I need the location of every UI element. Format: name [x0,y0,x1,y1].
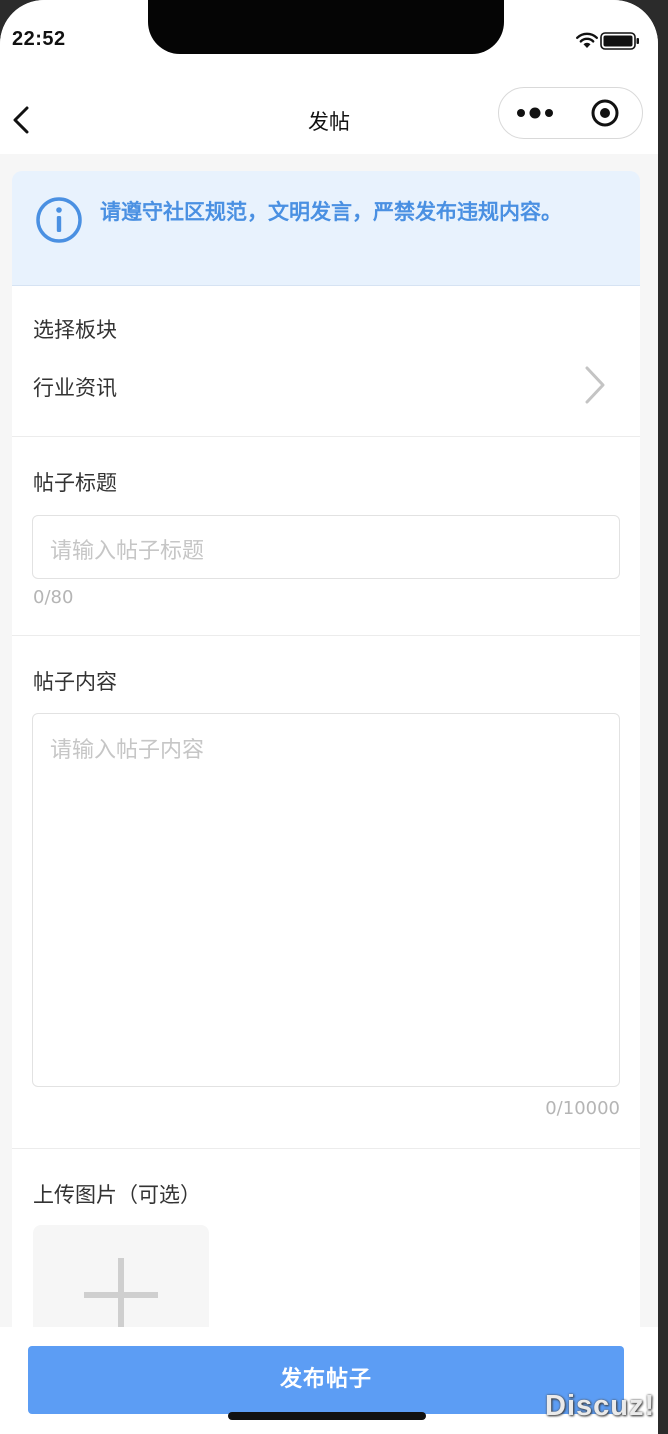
status-bar: 22:52 [0,0,658,84]
more-dots-icon[interactable] [515,103,555,123]
publish-button[interactable]: 发布帖子 [28,1346,624,1414]
device-notch [148,0,504,54]
miniprogram-capsule [498,87,643,139]
plus-icon [84,1258,158,1332]
title-label: 帖子标题 [33,471,117,495]
home-indicator [228,1412,426,1420]
community-notice: 请遵守社区规范，文明发言，严禁发布违规内容。 [12,171,640,286]
title-counter: 0/80 [33,587,74,608]
target-circle-icon[interactable] [591,99,619,127]
content-textarea[interactable]: 请输入帖子内容 [32,713,620,1087]
upload-label: 上传图片（可选） [33,1183,201,1207]
info-icon [36,197,82,243]
upload-image-button[interactable] [33,1225,209,1335]
status-time: 22:52 [12,28,66,50]
battery-icon [600,32,639,50]
board-label: 选择板块 [33,318,117,342]
content-placeholder: 请输入帖子内容 [50,738,205,763]
navigation-bar: 发帖 [0,84,658,154]
notice-text: 请遵守社区规范，文明发言，严禁发布违规内容。 [100,200,562,224]
content-label: 帖子内容 [33,670,117,694]
post-form: 请遵守社区规范，文明发言，严禁发布违规内容。 选择板块 行业资讯 帖子标题 请输… [12,171,640,1369]
chevron-right-icon [585,366,605,404]
board-selector[interactable]: 选择板块 行业资讯 [12,286,640,437]
title-section: 帖子标题 请输入帖子标题 0/80 [12,437,640,636]
board-value[interactable]: 行业资讯 [33,372,117,402]
content-section: 帖子内容 请输入帖子内容 0/10000 [12,636,640,1149]
phone-screen: 22:52 发帖 请遵守社区规范，文明发言，严禁发布违规内容。 选择板块 行业资… [0,0,658,1434]
title-input[interactable]: 请输入帖子标题 [32,515,620,579]
watermark-logo: Discuz! [545,1390,656,1422]
content-counter: 0/10000 [545,1098,620,1119]
wifi-icon [576,32,598,48]
screen-edge [658,0,668,1434]
title-placeholder: 请输入帖子标题 [50,539,205,564]
